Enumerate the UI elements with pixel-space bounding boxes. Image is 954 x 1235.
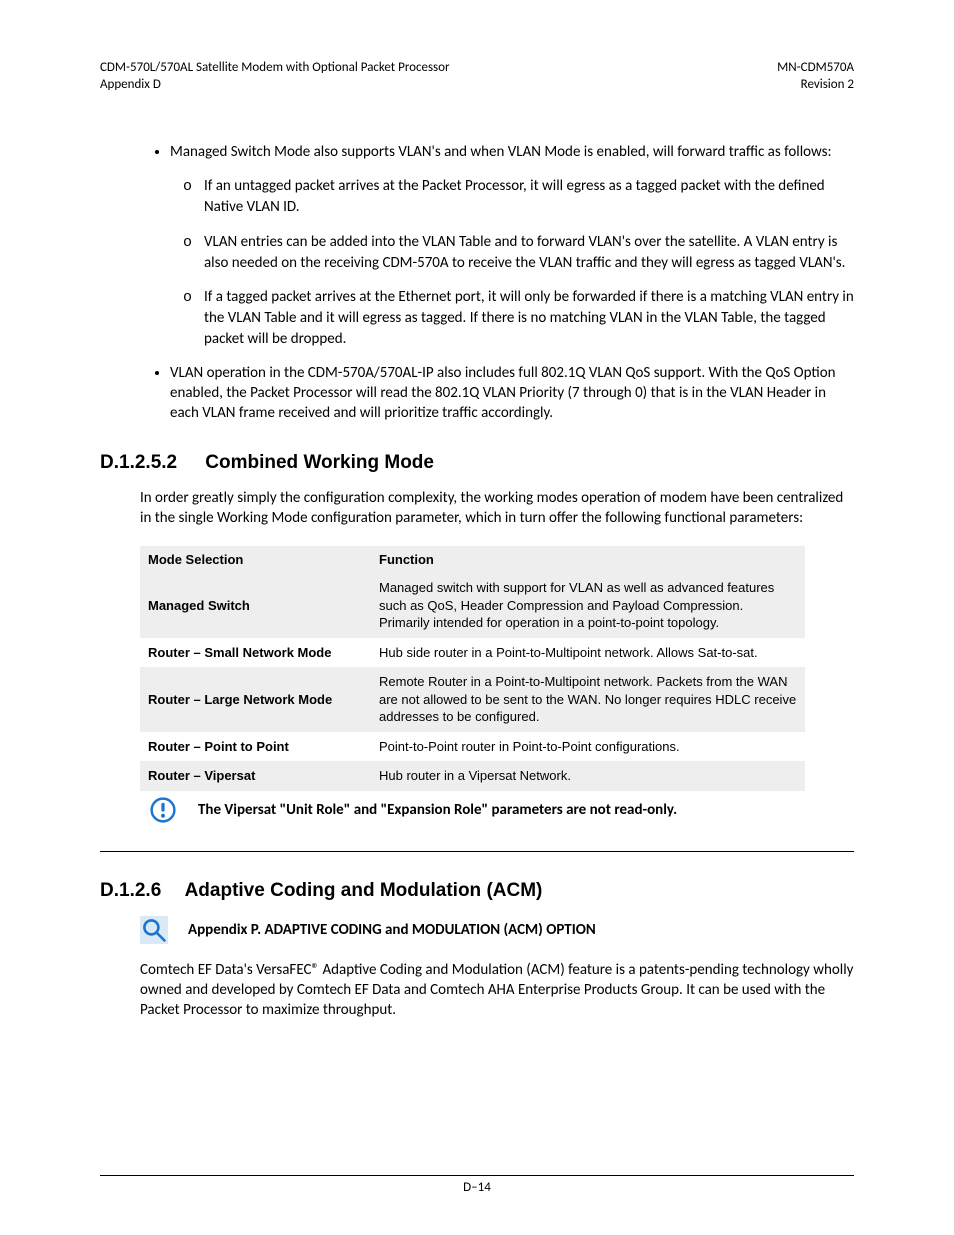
mode-function: Managed switch with support for VLAN as …	[371, 573, 805, 638]
magnifier-icon	[140, 916, 168, 944]
sub-bullet-list: If an untagged packet arrives at the Pac…	[170, 176, 854, 349]
page-header: CDM-570L/570AL Satellite Modem with Opti…	[100, 60, 854, 94]
section-number: D.1.2.5.2	[100, 452, 200, 474]
alert-icon	[150, 797, 176, 823]
section-paragraph: Comtech EF Data's VersaFEC® Adaptive Cod…	[140, 960, 854, 1021]
mode-function: Hub side router in a Point-to-Multipoint…	[371, 638, 805, 668]
note-callout: The Vipersat "Unit Role" and "Expansion …	[150, 797, 854, 823]
table-row: Router – Vipersat Hub router in a Vipers…	[140, 761, 805, 791]
section-divider	[100, 851, 854, 852]
mode-label: Router – Small Network Mode	[140, 638, 371, 668]
sub-bullet-item: VLAN entries can be added into the VLAN …	[204, 232, 854, 274]
table-row: Router – Point to Point Point-to-Point r…	[140, 732, 805, 762]
table-row: Router – Large Network Mode Remote Route…	[140, 667, 805, 732]
bullet-list: Managed Switch Mode also supports VLAN's…	[100, 142, 854, 424]
header-revision: Revision 2	[777, 77, 854, 94]
table-header-row: Mode Selection Function	[140, 546, 805, 573]
bullet-item: VLAN operation in the CDM-570A/570AL-IP …	[170, 363, 854, 424]
section-title: Adaptive Coding and Modulation (ACM)	[185, 880, 543, 901]
reference-text: Appendix P. ADAPTIVE CODING and MODULATI…	[188, 921, 596, 939]
mode-table: Mode Selection Function Managed Switch M…	[140, 546, 805, 791]
reference-callout: Appendix P. ADAPTIVE CODING and MODULATI…	[140, 916, 854, 944]
section-heading: D.1.2.6 Adaptive Coding and Modulation (…	[100, 880, 854, 902]
mode-function: Hub router in a Vipersat Network.	[371, 761, 805, 791]
page-footer: D–14	[100, 1175, 854, 1195]
section-intro: In order greatly simply the configuratio…	[140, 488, 854, 529]
section-heading: D.1.2.5.2 Combined Working Mode	[100, 452, 854, 474]
note-text: The Vipersat "Unit Role" and "Expansion …	[198, 801, 677, 819]
mode-function: Remote Router in a Point-to-Multipoint n…	[371, 667, 805, 732]
mode-label: Managed Switch	[140, 573, 371, 638]
header-doc-title: CDM-570L/570AL Satellite Modem with Opti…	[100, 60, 450, 77]
bullet-text: Managed Switch Mode also supports VLAN's…	[170, 143, 832, 161]
table-header-function: Function	[371, 546, 805, 573]
section-number: D.1.2.6	[100, 880, 180, 902]
bullet-item: Managed Switch Mode also supports VLAN's…	[170, 142, 854, 349]
sub-bullet-item: If a tagged packet arrives at the Ethern…	[204, 287, 854, 349]
mode-label: Router – Vipersat	[140, 761, 371, 791]
table-row: Managed Switch Managed switch with suppo…	[140, 573, 805, 638]
header-doc-number: MN-CDM570A	[777, 60, 854, 77]
table-header-mode: Mode Selection	[140, 546, 371, 573]
mode-label: Router – Point to Point	[140, 732, 371, 762]
section-title: Combined Working Mode	[205, 452, 434, 473]
mode-label: Router – Large Network Mode	[140, 667, 371, 732]
mode-function: Point-to-Point router in Point-to-Point …	[371, 732, 805, 762]
table-row: Router – Small Network Mode Hub side rou…	[140, 638, 805, 668]
header-appendix: Appendix D	[100, 77, 450, 94]
sub-bullet-item: If an untagged packet arrives at the Pac…	[204, 176, 854, 218]
